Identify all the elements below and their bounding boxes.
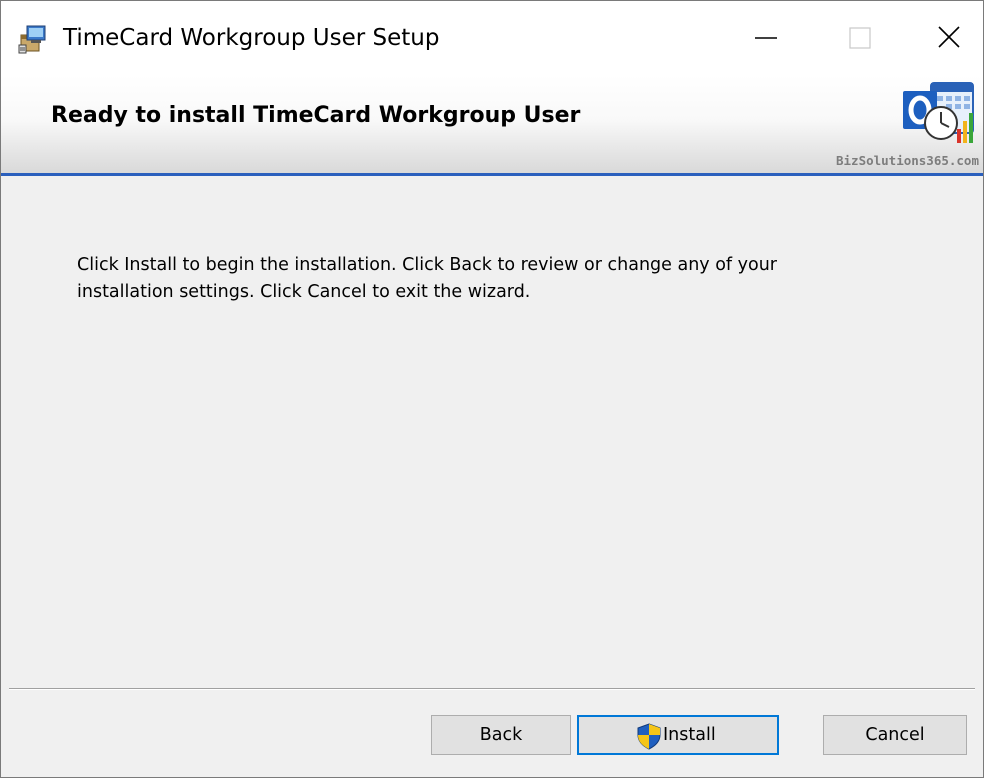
outlook-calendar-clock-logo bbox=[901, 79, 977, 147]
wizard-body: Click Install to begin the installation.… bbox=[1, 176, 983, 688]
window-title: TimeCard Workgroup User Setup bbox=[63, 25, 440, 51]
close-icon bbox=[938, 26, 960, 48]
maximize-icon bbox=[849, 27, 871, 49]
uac-shield-icon bbox=[635, 722, 663, 750]
minimize-button[interactable] bbox=[717, 9, 807, 67]
wizard-banner: Ready to install TimeCard Workgroup User… bbox=[1, 75, 983, 173]
back-button[interactable]: Back bbox=[431, 715, 571, 755]
footer-separator bbox=[9, 688, 975, 690]
setup-window: TimeCard Workgroup User Setup Ready to i… bbox=[0, 0, 984, 778]
cancel-button[interactable]: Cancel bbox=[823, 715, 967, 755]
minimize-icon bbox=[755, 37, 777, 39]
install-button-content: Install bbox=[579, 717, 777, 753]
maximize-button[interactable] bbox=[817, 9, 907, 67]
install-button-label: Install bbox=[663, 725, 716, 745]
title-bar[interactable]: TimeCard Workgroup User Setup bbox=[1, 1, 983, 75]
close-button[interactable] bbox=[907, 9, 984, 67]
brand-text: BizSolutions365.com bbox=[836, 153, 979, 168]
installer-package-icon bbox=[17, 23, 49, 55]
install-button[interactable]: Install bbox=[577, 715, 779, 755]
banner-title: Ready to install TimeCard Workgroup User bbox=[51, 103, 581, 128]
instruction-text: Click Install to begin the installation.… bbox=[77, 255, 777, 302]
